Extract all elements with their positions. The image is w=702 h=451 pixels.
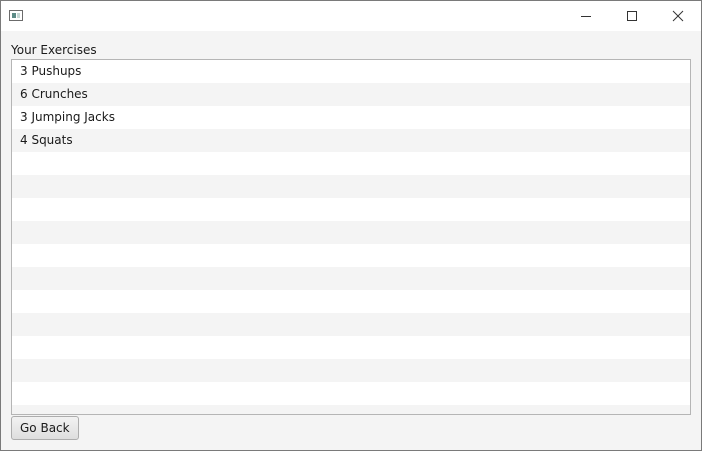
list-item[interactable]: [12, 267, 690, 290]
list-item[interactable]: [12, 221, 690, 244]
list-item[interactable]: [12, 359, 690, 382]
maximize-icon: [627, 11, 637, 21]
list-item[interactable]: [12, 405, 690, 414]
app-window: Your Exercises 3 Pushups 6 Crunches 3 Jump…: [0, 0, 702, 451]
list-item[interactable]: 3 Jumping Jacks: [12, 106, 690, 129]
minimize-button[interactable]: [563, 1, 609, 31]
title-bar: [1, 1, 701, 31]
app-window-icon: [9, 10, 23, 21]
list-item[interactable]: [12, 290, 690, 313]
list-item[interactable]: 6 Crunches: [12, 83, 690, 106]
list-item[interactable]: 3 Pushups: [12, 60, 690, 83]
list-item[interactable]: [12, 244, 690, 267]
list-item[interactable]: [12, 152, 690, 175]
exercise-list[interactable]: 3 Pushups 6 Crunches 3 Jumping Jacks 4 Squa…: [11, 59, 691, 415]
list-item[interactable]: 4 Squats: [12, 129, 690, 152]
list-item[interactable]: [12, 175, 690, 198]
exercises-label: Your Exercises: [11, 43, 97, 57]
go-back-button[interactable]: Go Back: [11, 416, 79, 440]
close-icon: [672, 10, 684, 22]
list-item[interactable]: [12, 313, 690, 336]
list-item[interactable]: [12, 382, 690, 405]
close-button[interactable]: [655, 1, 701, 31]
minimize-icon: [581, 16, 591, 17]
list-item[interactable]: [12, 198, 690, 221]
list-item[interactable]: [12, 336, 690, 359]
maximize-button[interactable]: [609, 1, 655, 31]
